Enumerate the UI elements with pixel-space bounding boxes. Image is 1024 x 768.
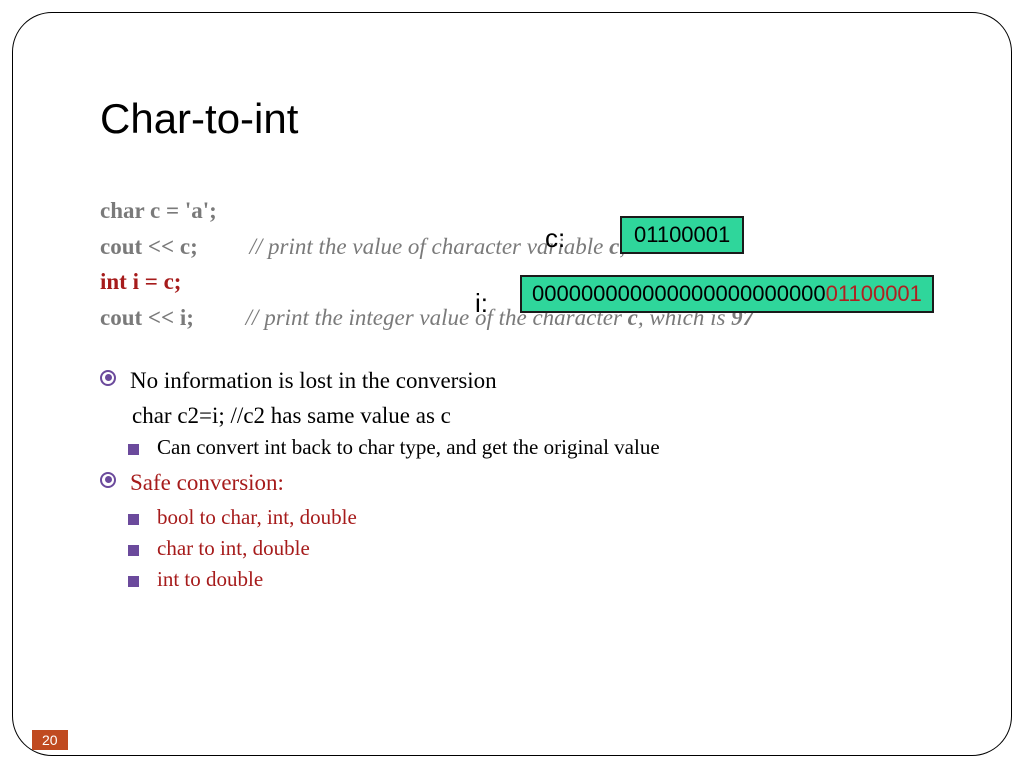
overlay-binary-c: 01100001 [620, 216, 744, 254]
square-bullet-icon [128, 576, 139, 587]
bullet-row: Can convert int back to char type, and g… [100, 435, 964, 460]
code-line-1: char c = 'a'; [100, 193, 964, 229]
overlay-binary-i: 00000000000000000000000001100001 [520, 275, 934, 313]
bullet-row: bool to char, int, double [100, 505, 964, 530]
bullet-text: Safe conversion: [130, 466, 284, 499]
radio-bullet-icon [100, 370, 116, 386]
overlay-label-i: i: [475, 288, 488, 319]
bullet-row: char to int, double [100, 536, 964, 561]
bullet-text: char to int, double [157, 536, 310, 561]
bullet-row: int to double [100, 567, 964, 592]
square-bullet-icon [128, 545, 139, 556]
bullet-text: bool to char, int, double [157, 505, 357, 530]
bullet-text: int to double [157, 567, 263, 592]
code-block: char c = 'a'; cout << c; // print the va… [100, 193, 964, 336]
slide-title: Char-to-int [100, 95, 964, 143]
binary-box-c: 01100001 [620, 216, 744, 254]
page-number: 20 [32, 730, 68, 750]
bullet-text: No information is lost in the conversion [130, 364, 497, 397]
square-bullet-icon [128, 514, 139, 525]
binary-box-i: 00000000000000000000000001100001 [520, 275, 934, 313]
code-line-2: cout << c; // print the value of charact… [100, 229, 964, 265]
code-stmt: cout << i; [100, 305, 194, 330]
radio-bullet-icon [100, 472, 116, 488]
code-stmt: cout << c; [100, 234, 198, 259]
bullet-subcode: char c2=i; //c2 has same value as c [132, 403, 964, 429]
bullet-text: Can convert int back to char type, and g… [157, 435, 660, 460]
overlay-label-c: c: [545, 223, 565, 254]
bullet-row: Safe conversion: [100, 466, 964, 499]
bullet-list: No information is lost in the conversion… [100, 364, 964, 593]
slide-content: Char-to-int char c = 'a'; cout << c; // … [100, 95, 964, 598]
square-bullet-icon [128, 444, 139, 455]
bullet-row: No information is lost in the conversion [100, 364, 964, 397]
